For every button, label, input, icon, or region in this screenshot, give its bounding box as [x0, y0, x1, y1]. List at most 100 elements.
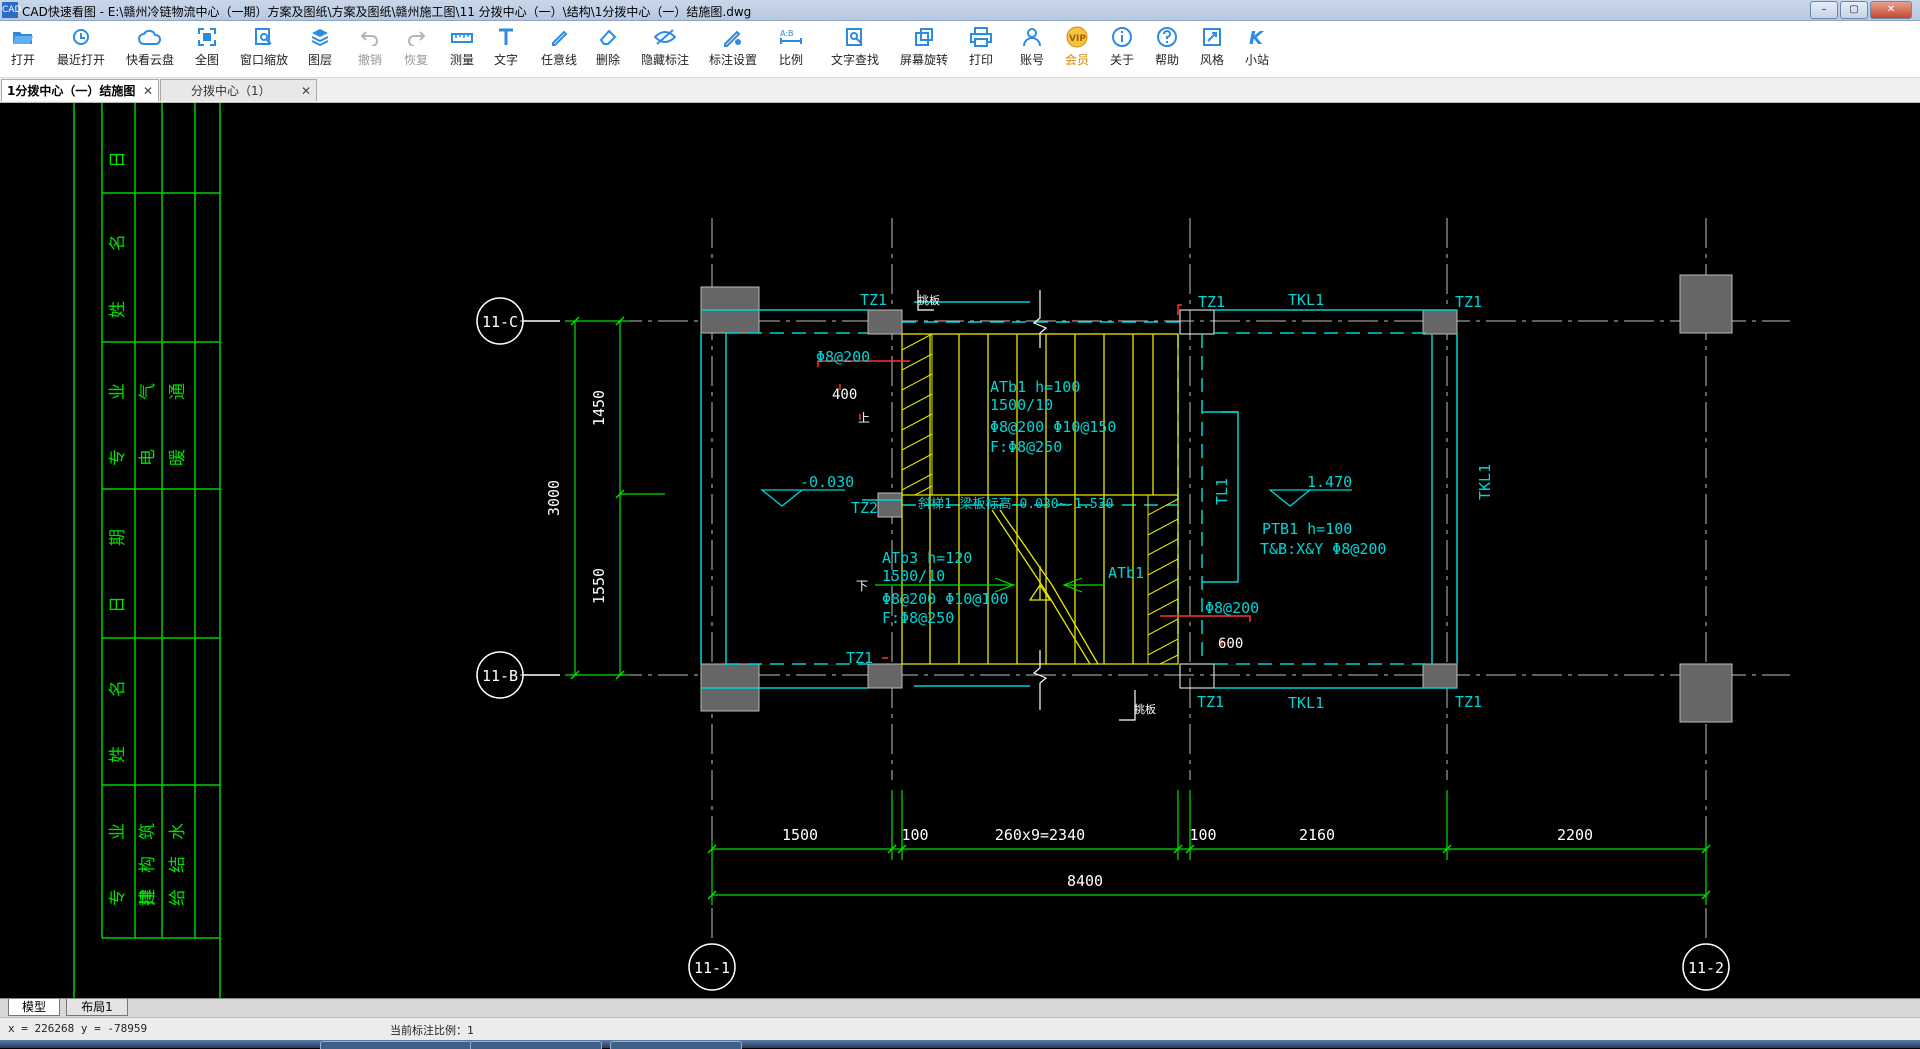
- tab-model[interactable]: 模型: [8, 999, 60, 1016]
- label-tz1: TZ1: [1455, 693, 1482, 711]
- tb-text: 专: [108, 889, 128, 906]
- dim-100b: 100: [1189, 826, 1216, 844]
- tb-text: 气: [138, 383, 158, 400]
- scale-button[interactable]: A:B 比例: [777, 25, 805, 68]
- tab-label: 分拨中心（1）: [191, 84, 271, 98]
- cloud-icon: [137, 25, 163, 49]
- close-window-button[interactable]: ✕: [1870, 1, 1912, 19]
- account-button[interactable]: 账号: [1018, 25, 1046, 68]
- tb-text: 名: [108, 680, 128, 697]
- delete-label: 删除: [595, 53, 620, 67]
- label-n400: 400: [832, 387, 857, 403]
- axis-label-11-B: 11-B: [482, 667, 518, 685]
- cursor-coordinates: x = 226268 y = -78959: [8, 1022, 148, 1035]
- recent-open-label: 最近打开: [56, 53, 105, 67]
- scale-icon: A:B: [778, 25, 804, 49]
- document-tab-bar: 1分拨中心（一）结施图 ✕ 分拨中心（1） ✕: [0, 78, 1920, 103]
- drawing-canvas[interactable]: 日 名 姓 业 专 期 日 名 姓 业 专 气 电 筑 构 排 通 暖 建 结 …: [0, 103, 1920, 998]
- print-button[interactable]: 打印: [967, 25, 995, 68]
- measure-button[interactable]: 测量: [448, 25, 476, 68]
- vip-icon: VIP: [1064, 25, 1090, 49]
- vip-button[interactable]: VIP 会员: [1063, 25, 1091, 68]
- account-label: 账号: [1019, 53, 1044, 67]
- redo-button[interactable]: 恢复: [402, 25, 430, 68]
- undo-button[interactable]: 撤销: [356, 25, 384, 68]
- label-ptb1: PTB1 h=100: [1262, 520, 1352, 538]
- hide-eye-icon: [652, 25, 678, 49]
- redo-label: 恢复: [403, 53, 428, 67]
- label-atb1: 1500/10: [990, 396, 1053, 414]
- tb-text: 通: [168, 383, 188, 400]
- tb-text: 名: [108, 234, 128, 251]
- label-atb3: F:Φ8@250: [882, 609, 954, 627]
- label-tkl1: TKL1: [1288, 291, 1324, 309]
- help-button[interactable]: 帮助: [1153, 25, 1181, 68]
- label-elevation-left: -0.030: [800, 473, 854, 491]
- text-icon: [493, 25, 519, 49]
- dim-1550: 1550: [590, 568, 608, 604]
- maximize-button[interactable]: ▢: [1840, 1, 1868, 19]
- recent-open-button[interactable]: 最近打开: [54, 25, 108, 68]
- about-label: 关于: [1109, 53, 1134, 67]
- label-tz1: TZ1: [1455, 293, 1482, 311]
- tb-text: 日: [108, 596, 128, 613]
- k-station-icon: K: [1244, 25, 1270, 49]
- tab-structural-drawing[interactable]: 1分拨中心（一）结施图 ✕: [1, 79, 159, 101]
- hide-annotation-button[interactable]: 隐藏标注: [639, 25, 691, 68]
- label-atb1: F:Φ8@250: [990, 438, 1062, 456]
- tb-text: 建: [138, 889, 158, 906]
- folder-open-icon: [10, 25, 36, 49]
- layers-icon: [307, 25, 333, 49]
- label-tz1: TZ1: [860, 291, 887, 309]
- label-elevation-right: 1.470: [1307, 473, 1352, 491]
- label-ptb1: T&B:X&Y Φ8@200: [1260, 540, 1386, 558]
- minimize-button[interactable]: –: [1810, 1, 1838, 19]
- open-button[interactable]: 打开: [8, 25, 38, 68]
- fit-all-button[interactable]: 全图: [193, 25, 221, 68]
- rotate-screen-button[interactable]: 屏幕旋转: [898, 25, 950, 68]
- label-atb3: ATb3 h=120: [882, 549, 972, 567]
- hatch-right: [1147, 494, 1179, 665]
- tb-text: 姓: [108, 301, 128, 318]
- label-phi-right: Φ8@200: [1205, 599, 1259, 617]
- close-tab-icon[interactable]: ✕: [301, 80, 311, 102]
- dimensions: [565, 320, 1707, 905]
- print-label: 打印: [968, 53, 993, 67]
- scale-label: 比例: [778, 53, 803, 67]
- fit-all-label: 全图: [194, 53, 219, 67]
- tb-text: 业: [108, 383, 128, 400]
- cloud-disk-button[interactable]: 快看云盘: [124, 25, 176, 68]
- rotate-screen-icon: [911, 25, 937, 49]
- label-atb3: Φ8@200 Φ10@100: [882, 590, 1008, 608]
- hatch-left: [901, 333, 933, 496]
- tab-layout1[interactable]: 布局1: [66, 999, 128, 1016]
- text-button[interactable]: 文字: [492, 25, 520, 68]
- annotation-settings-icon: [720, 25, 746, 49]
- tb-text: 暖: [168, 449, 188, 466]
- tb-text: 筑: [138, 823, 158, 840]
- station-button[interactable]: K 小站: [1243, 25, 1271, 68]
- hide-annotation-label: 隐藏标注: [640, 53, 689, 67]
- delete-button[interactable]: 删除: [594, 25, 622, 68]
- open-label: 打开: [10, 53, 35, 67]
- annotation-settings-button[interactable]: 标注设置: [707, 25, 759, 68]
- eraser-icon: [595, 25, 621, 49]
- style-button[interactable]: 风格: [1198, 25, 1226, 68]
- close-tab-icon[interactable]: ✕: [143, 80, 153, 102]
- label-tz1: TZ1: [846, 649, 873, 667]
- tab-distribution-center[interactable]: 分拨中心（1） ✕: [160, 79, 317, 101]
- window-zoom-button[interactable]: 窗口缩放: [238, 25, 290, 68]
- style-icon: [1199, 25, 1225, 49]
- label-ban: 挑板: [918, 293, 940, 307]
- info-icon: [1109, 25, 1135, 49]
- svg-text:VIP: VIP: [1069, 34, 1086, 44]
- dim-3000: 3000: [545, 480, 563, 516]
- dim-1450: 1450: [590, 390, 608, 426]
- tb-text: 期: [108, 529, 128, 546]
- layers-button[interactable]: 图层: [306, 25, 334, 68]
- text-search-button[interactable]: 文字查找: [829, 25, 881, 68]
- help-icon: [1154, 25, 1180, 49]
- about-button[interactable]: 关于: [1108, 25, 1136, 68]
- tb-text: 业: [108, 823, 128, 840]
- free-line-button[interactable]: 任意线: [539, 25, 579, 68]
